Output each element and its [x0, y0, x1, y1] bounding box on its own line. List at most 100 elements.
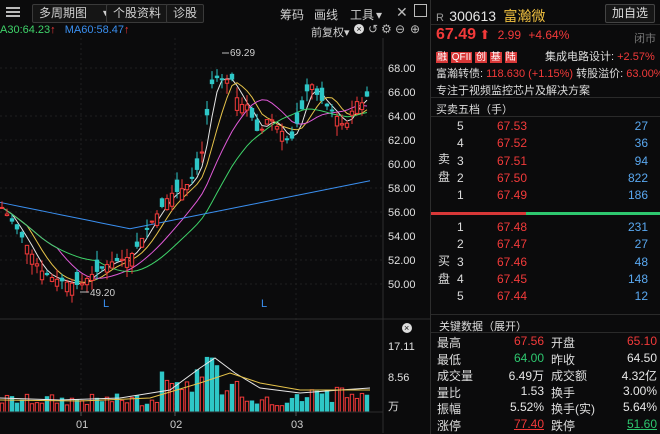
sell-side-label: 卖 [438, 152, 451, 166]
order-level: 2 [457, 170, 464, 185]
order-price: 67.51 [497, 153, 528, 168]
volume-bar [64, 404, 70, 413]
key-label: 换手(实) [551, 402, 595, 417]
key-label: 换手 [551, 385, 576, 400]
candle-body [254, 119, 260, 131]
chips-button[interactable]: 筹码 [280, 6, 304, 23]
ma30-value: A30:64.23 [0, 24, 51, 36]
sell-order-row[interactable]: 2 67.50 822 [457, 170, 660, 187]
sector-label: 集成电路设计: [545, 51, 615, 63]
period-dropdown[interactable]: 多周期图▼ [32, 4, 116, 23]
ma60-value: MA60:58.47 [64, 24, 125, 36]
volume-bar [19, 399, 25, 413]
close-icon[interactable]: ✕ [396, 4, 408, 21]
candle-body [359, 102, 365, 111]
volume-bar [244, 400, 250, 413]
candle-body [279, 130, 285, 142]
volume-bar [89, 393, 95, 413]
volume-bar [109, 401, 115, 413]
candle-body [249, 107, 255, 118]
candle-body [164, 198, 170, 211]
order-price: 67.46 [497, 254, 528, 269]
volume-bar [359, 392, 365, 413]
candle-body [349, 110, 355, 116]
tab-individual-info[interactable]: 个股资料 [106, 4, 169, 23]
orderbook-title: 买卖五档（手） [436, 104, 513, 116]
add-watchlist-button[interactable]: 加自选 [605, 4, 656, 23]
settings-icon[interactable]: ⚙ [381, 22, 392, 36]
kline-chart[interactable]: 69.29 49.20 L L 68.00 66.00 64.00 62.00 … [0, 38, 430, 434]
volume-bar [164, 379, 170, 413]
volume-bar [254, 403, 260, 413]
volume-bar [179, 389, 185, 413]
price-change: 2.99 [497, 28, 521, 42]
close-circle-icon[interactable]: × [354, 24, 364, 34]
up-arrow-icon: ↑ [124, 24, 130, 36]
tab-diagnose[interactable]: 诊股 [166, 4, 205, 23]
candle-body [64, 281, 70, 293]
buy-order-row[interactable]: 5 67.44 12 [457, 288, 660, 305]
volume-bar [344, 397, 350, 413]
badge-fund: 基 [489, 52, 502, 63]
candle-body [79, 282, 85, 286]
candle-body [244, 104, 250, 111]
draw-line-button[interactable]: 画线 [314, 6, 338, 23]
volume-bar [14, 402, 20, 413]
moving-average-line [1, 108, 368, 273]
maximize-icon[interactable] [414, 4, 427, 17]
convertible-label: 富瀚转债: [436, 68, 484, 80]
buy-order-row[interactable]: 4 67.45 148 [457, 271, 660, 288]
candle-body [14, 224, 20, 230]
candle-body [154, 213, 160, 226]
menu-icon[interactable] [6, 6, 20, 18]
volume-bar [139, 405, 145, 413]
sell-order-row[interactable]: 5 67.53 27 [457, 118, 660, 135]
volume-bar [29, 403, 35, 413]
tools-button[interactable]: 工具 ▾ [350, 6, 382, 23]
volume-bar [354, 397, 360, 413]
candle-body [59, 277, 65, 282]
stock-name: 富瀚微 [503, 8, 546, 24]
candle-body [309, 84, 315, 91]
volume-bar [194, 369, 200, 413]
candle-body [34, 263, 40, 267]
candle-body [174, 179, 180, 192]
order-level: 1 [457, 188, 464, 203]
volume-bar [144, 403, 150, 413]
candle-body [54, 278, 60, 287]
volume-bar [349, 393, 355, 413]
volume-bar [39, 402, 45, 413]
period-dropdown-label: 多周期图 [39, 6, 88, 20]
sell-order-row[interactable]: 3 67.51 94 [457, 153, 660, 170]
candle-body [274, 126, 280, 130]
price-tick: 52.00 [388, 255, 416, 267]
volume-bar [269, 404, 275, 413]
volume-bar [224, 390, 230, 413]
order-price: 67.53 [497, 119, 528, 133]
zoom-in-icon[interactable]: ⊕ [410, 22, 420, 36]
volume-bar [309, 389, 315, 413]
svg-text:×: × [404, 323, 409, 333]
candle-body [344, 122, 350, 128]
volume-bar [264, 396, 270, 413]
zoom-out-icon[interactable]: ⊖ [395, 22, 405, 36]
candle-body [284, 138, 290, 141]
candle-body [119, 258, 125, 261]
candle-body [24, 244, 30, 255]
buy-order-row[interactable]: 1 67.48 231 [457, 219, 660, 236]
candle-body [324, 103, 330, 107]
volume-bar [324, 390, 330, 413]
refresh-icon[interactable]: ↺ [368, 22, 378, 36]
volume-bar [259, 399, 265, 413]
buy-order-row[interactable]: 3 67.46 48 [457, 254, 660, 271]
sell-order-row[interactable]: 4 67.52 36 [457, 135, 660, 152]
candle-body [314, 88, 320, 95]
sell-order-row[interactable]: 1 67.49 186 [457, 187, 660, 204]
buy-order-row[interactable]: 2 67.47 27 [457, 236, 660, 253]
order-level: 3 [457, 153, 464, 168]
order-volume: 36 [634, 136, 648, 151]
candle-body [69, 282, 75, 296]
volume-bar [149, 399, 155, 413]
order-price: 67.44 [497, 289, 528, 304]
candle-body [224, 79, 230, 84]
